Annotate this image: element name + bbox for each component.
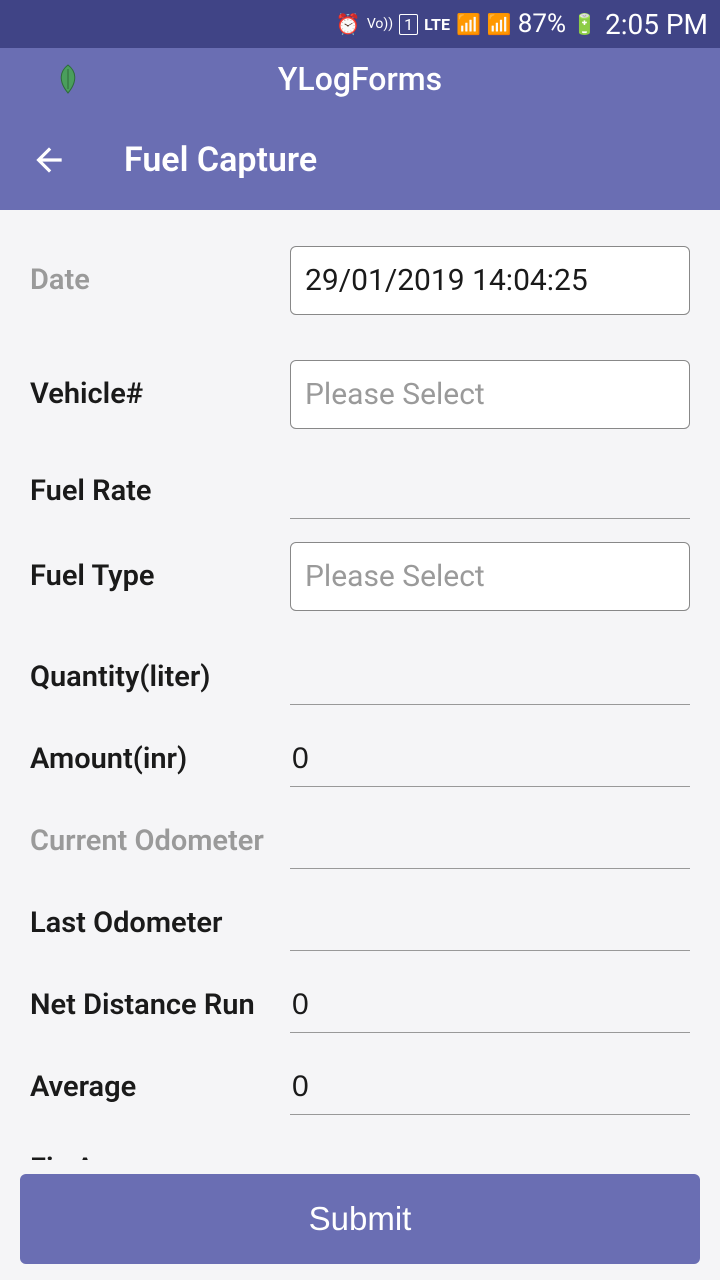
row-date: Date 29/01/2019 14:04:25 [30, 240, 690, 320]
signal-r2-icon: 📶 [487, 12, 512, 36]
submit-button[interactable]: Submit [20, 1174, 700, 1264]
label-fix-average: Fix Average [30, 1152, 290, 1160]
label-net-distance: Net Distance Run [30, 988, 290, 1022]
vehicle-select[interactable]: Please Select [290, 360, 690, 429]
row-amount: Amount(inr) [30, 722, 690, 796]
status-icons: ⏰ Vo)) 1 LTE 📶 📶 87% 🔋 2:05 PM [336, 8, 708, 41]
row-fuel-type: Fuel Type Please Select [30, 536, 690, 616]
label-vehicle: Vehicle# [30, 377, 290, 411]
battery-charging-icon: 🔋 [572, 12, 597, 36]
row-quantity: Quantity(liter) [30, 640, 690, 714]
label-average: Average [30, 1070, 290, 1104]
row-current-odometer: Current Odometer [30, 804, 690, 878]
amount-input[interactable] [290, 732, 690, 787]
back-button[interactable] [30, 141, 68, 179]
lte-label: LTE [424, 15, 450, 34]
alarm-icon: ⏰ [336, 12, 361, 36]
signal-r1-icon: 📶 [456, 12, 481, 36]
label-date: Date [30, 263, 290, 297]
row-fuel-rate: Fuel Rate [30, 454, 690, 528]
label-quantity: Quantity(liter) [30, 660, 290, 694]
submit-bar: Submit [20, 1174, 700, 1264]
last-odometer-input[interactable] [290, 896, 690, 951]
status-time: 2:05 PM [605, 8, 708, 41]
app-header: YLogForms [0, 48, 720, 110]
row-average: Average [30, 1050, 690, 1124]
fuel-rate-input[interactable] [290, 464, 690, 519]
fuel-type-select[interactable]: Please Select [290, 542, 690, 611]
label-last-odometer: Last Odometer [30, 906, 290, 940]
app-logo-icon [50, 61, 86, 97]
label-fuel-rate: Fuel Rate [30, 474, 290, 508]
sub-header: Fuel Capture [0, 110, 720, 210]
date-input[interactable]: 29/01/2019 14:04:25 [290, 246, 690, 315]
app-title: YLogForms [278, 60, 442, 98]
row-vehicle: Vehicle# Please Select [30, 354, 690, 434]
label-current-odometer: Current Odometer [30, 824, 290, 858]
battery-percent: 87% [518, 9, 566, 39]
row-net-distance: Net Distance Run [30, 968, 690, 1042]
row-fix-average: Fix Average [30, 1132, 690, 1160]
net-distance-input[interactable] [290, 978, 690, 1033]
average-input[interactable] [290, 1060, 690, 1115]
status-bar: ⏰ Vo)) 1 LTE 📶 📶 87% 🔋 2:05 PM [0, 0, 720, 48]
volte-icon: Vo)) [367, 17, 393, 31]
sim-icon: 1 [399, 14, 418, 35]
row-last-odometer: Last Odometer [30, 886, 690, 960]
quantity-input[interactable] [290, 650, 690, 705]
form-area: Date 29/01/2019 14:04:25 Vehicle# Please… [0, 210, 720, 1160]
label-amount: Amount(inr) [30, 742, 290, 776]
page-title: Fuel Capture [124, 140, 317, 180]
label-fuel-type: Fuel Type [30, 559, 290, 593]
current-odometer-input[interactable] [290, 814, 690, 869]
